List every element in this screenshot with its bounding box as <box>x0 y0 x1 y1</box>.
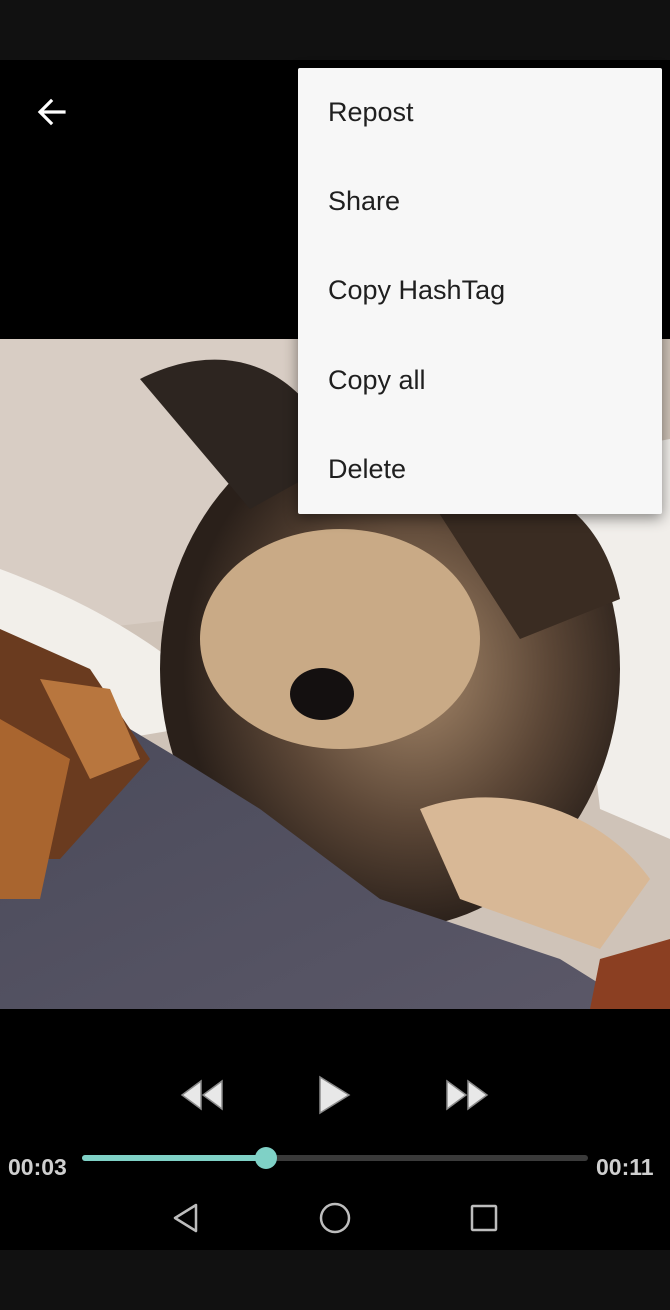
menu-item-label: Delete <box>328 454 407 484</box>
playback-controls <box>0 1060 670 1130</box>
nav-home-button[interactable] <box>305 1195 365 1241</box>
fast-forward-icon <box>446 1079 489 1111</box>
seek-bar[interactable] <box>82 1145 588 1171</box>
menu-item-label: Share <box>328 186 401 216</box>
status-bar <box>0 0 670 60</box>
fast-forward-button[interactable] <box>437 1068 497 1122</box>
arrow-left-icon <box>37 98 66 126</box>
rewind-button[interactable] <box>172 1068 232 1122</box>
overflow-menu: Repost Share Copy HashTag Copy all Delet… <box>298 68 662 514</box>
recents-square-icon <box>470 1204 498 1232</box>
system-navbar <box>0 1185 670 1250</box>
total-time: 00:11 <box>596 1154 654 1180</box>
play-button[interactable] <box>304 1068 364 1122</box>
play-icon <box>319 1075 351 1115</box>
seek-thumb[interactable] <box>255 1147 277 1169</box>
bottom-strip <box>0 1250 670 1310</box>
menu-item-copy-all[interactable]: Copy all <box>298 336 662 425</box>
menu-item-label: Copy HashTag <box>328 275 506 305</box>
menu-item-delete[interactable]: Delete <box>298 425 662 514</box>
menu-item-label: Repost <box>328 97 414 127</box>
back-button[interactable] <box>22 82 82 142</box>
nav-back-button[interactable] <box>156 1195 216 1241</box>
current-time: 00:03 <box>8 1154 67 1180</box>
back-triangle-icon <box>173 1203 198 1233</box>
seek-progress <box>82 1155 266 1161</box>
nav-recents-button[interactable] <box>454 1195 514 1241</box>
menu-item-repost[interactable]: Repost <box>298 68 662 157</box>
rewind-icon <box>180 1079 223 1111</box>
menu-item-copy-hashtag[interactable]: Copy HashTag <box>298 246 662 335</box>
menu-item-label: Copy all <box>328 365 426 395</box>
menu-item-share[interactable]: Share <box>298 157 662 246</box>
home-circle-icon <box>319 1202 351 1234</box>
